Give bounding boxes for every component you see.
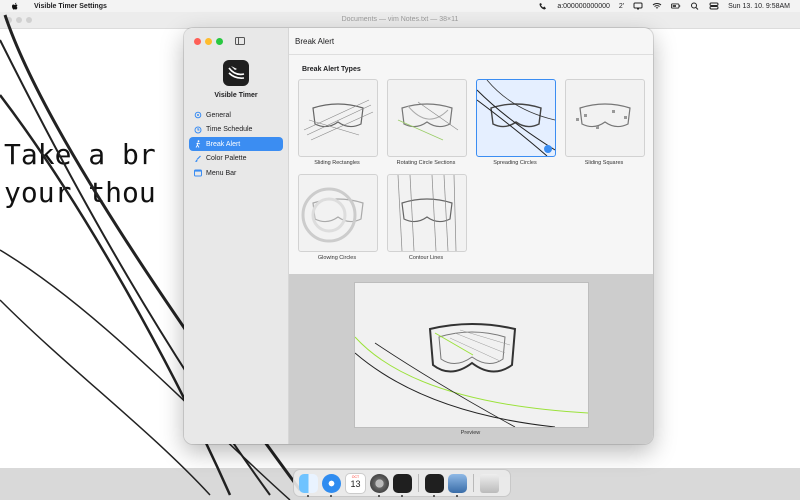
terminal-title: Documents — vim Notes.txt — 38×11 xyxy=(341,16,459,23)
control-center-icon[interactable] xyxy=(709,2,719,10)
safari-icon[interactable] xyxy=(322,473,341,497)
alert-thumbnail[interactable] xyxy=(387,174,467,252)
alert-label: Contour Lines xyxy=(408,255,444,261)
status-badge: 2' xyxy=(618,2,625,10)
preview-area: Preview xyxy=(289,274,653,444)
alert-thumbnail-selected[interactable] xyxy=(476,79,556,157)
window-controls xyxy=(194,38,223,45)
wifi-icon[interactable] xyxy=(652,2,662,10)
menu-clock[interactable]: Sun 13. 10. 9:58AM xyxy=(728,3,790,10)
visible-timer-icon[interactable] xyxy=(425,473,444,497)
battery-icon[interactable] xyxy=(671,2,681,10)
sidebar-nav: General Time Schedule Break Alert Color … xyxy=(189,108,283,181)
alert-label: Sliding Rectangles xyxy=(314,160,360,166)
terminal-line-2: your thou xyxy=(4,176,156,209)
sidebar-toggle-icon[interactable] xyxy=(235,37,245,45)
sidebar-item-label: Color Palette xyxy=(206,155,247,163)
display-icon[interactable] xyxy=(633,2,643,10)
phone-icon[interactable] xyxy=(538,2,548,10)
sidebar-item-break-alert[interactable]: Break Alert xyxy=(189,137,283,152)
trash-icon[interactable] xyxy=(480,473,499,493)
alert-thumbnail[interactable] xyxy=(387,79,467,157)
status-area: a:000000000000 2' Sun 13. 10. 9:58AM xyxy=(538,0,790,12)
preview-label: Preview xyxy=(460,430,481,436)
checkmark-icon xyxy=(544,145,552,153)
dock-separator xyxy=(418,474,419,492)
alert-label: Spreading Circles xyxy=(493,160,537,166)
close-button[interactable] xyxy=(194,38,201,45)
sidebar: Visible Timer General Time Schedule Brea… xyxy=(184,28,289,444)
alert-type-sliding-squares[interactable]: Sliding Squares xyxy=(565,79,645,166)
main-header: Break Alert xyxy=(289,28,653,55)
menu-bar: Visible Timer Settings a:000000000000 2'… xyxy=(0,0,800,12)
terminal-titlebar: Documents — vim Notes.txt — 38×11 xyxy=(0,12,800,29)
dock-separator xyxy=(473,474,474,492)
status-text[interactable]: a:000000000000 xyxy=(557,3,610,10)
preview-image xyxy=(354,282,589,428)
sidebar-item-label: Menu Bar xyxy=(206,169,237,177)
alert-thumbnail[interactable] xyxy=(298,79,378,157)
app-menu-title[interactable]: Visible Timer Settings xyxy=(34,3,107,10)
alert-thumbnail[interactable] xyxy=(298,174,378,252)
page-title: Break Alert xyxy=(295,37,335,46)
terminal-line-1: Take a br xyxy=(4,138,156,171)
alert-type-contour-lines[interactable]: Contour Lines xyxy=(387,174,467,261)
sidebar-item-label: Time Schedule xyxy=(206,126,253,134)
section-title: Break Alert Types xyxy=(302,66,361,73)
calendar-icon[interactable]: OCT 13 xyxy=(345,472,366,494)
paintbrush-icon xyxy=(195,155,201,162)
main-pane: Break Alert Break Alert Types Sliding Re… xyxy=(289,28,653,444)
zoom-button[interactable] xyxy=(216,38,223,45)
dock: OCT 13 xyxy=(293,469,511,497)
search-icon[interactable] xyxy=(690,2,700,10)
sidebar-item-label: Break Alert xyxy=(206,140,241,148)
apple-menu-icon[interactable] xyxy=(10,2,20,11)
gear-icon xyxy=(194,111,202,119)
alert-type-sliding-rectangles[interactable]: Sliding Rectangles xyxy=(298,79,378,166)
alert-thumbnail[interactable] xyxy=(565,79,645,157)
figure-walk-icon xyxy=(195,140,201,148)
clock-icon xyxy=(194,126,202,134)
alert-type-glowing-circles[interactable]: Glowing Circles xyxy=(298,174,378,261)
finder-icon[interactable] xyxy=(299,473,318,497)
system-settings-icon[interactable] xyxy=(370,473,389,497)
sidebar-item-color-palette[interactable]: Color Palette xyxy=(189,152,283,166)
calendar-day: 13 xyxy=(350,478,361,489)
app-logo-icon xyxy=(223,60,249,86)
sidebar-item-general[interactable]: General xyxy=(189,108,283,122)
menubar-icon xyxy=(194,169,202,177)
minimize-button[interactable] xyxy=(205,38,212,45)
alert-type-spreading-circles[interactable]: Spreading Circles xyxy=(476,79,556,166)
alert-label: Rotating Circle Sections xyxy=(396,160,456,166)
alert-label: Sliding Squares xyxy=(584,160,624,166)
alert-label: Glowing Circles xyxy=(317,255,357,261)
sidebar-app-name: Visible Timer xyxy=(214,92,258,99)
alert-type-rotating-circle-sections[interactable]: Rotating Circle Sections xyxy=(387,79,467,166)
terminal-icon[interactable] xyxy=(393,473,412,497)
preview-icon[interactable] xyxy=(448,473,467,497)
sidebar-item-time-schedule[interactable]: Time Schedule xyxy=(189,123,283,137)
sidebar-item-label: General xyxy=(206,111,231,119)
settings-window: Visible Timer General Time Schedule Brea… xyxy=(184,28,653,444)
sidebar-item-menu-bar[interactable]: Menu Bar xyxy=(189,166,283,180)
